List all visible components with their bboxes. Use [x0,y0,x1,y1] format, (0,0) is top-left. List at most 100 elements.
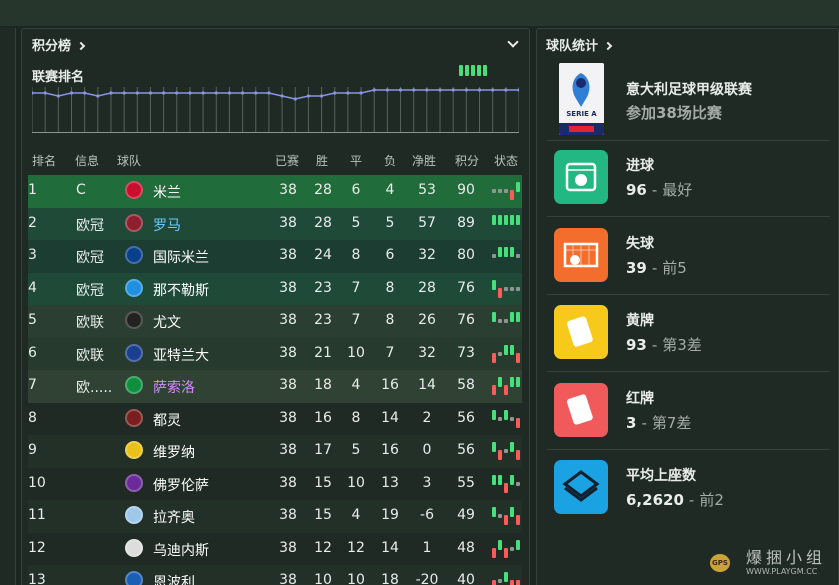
form-indicator [492,310,522,332]
table-row[interactable]: 2 欧冠 罗马 38 28 5 5 57 89 [28,207,522,240]
form-draw [498,514,502,518]
form-loss [516,515,520,525]
team-crest-icon [125,181,143,199]
table-row[interactable]: 8 都灵 38 16 8 14 2 56 [28,402,522,435]
row-gd: 2 [422,409,432,426]
header-team: 球队 [117,154,142,168]
form-indicator [492,375,522,397]
row-lost: 13 [381,474,399,491]
form-win [498,247,502,257]
row-pos: 12 [28,539,46,556]
stats-title-link[interactable]: 球队统计 [546,35,612,54]
standings-title: 积分榜 [32,39,72,54]
chevron-down-icon[interactable] [507,36,519,48]
form-win [516,214,520,225]
row-gd: 3 [422,474,432,491]
row-pts: 40 [457,572,475,585]
position-point [293,97,297,101]
row-pts: 89 [457,214,475,231]
row-pts: 58 [457,377,475,393]
form-legend-bar [471,65,475,76]
position-point [491,88,495,92]
position-point [148,91,153,95]
stat-card[interactable]: 红牌 3- 第7差 [547,382,830,439]
table-row[interactable]: 7 欧..... 萨索洛 38 18 4 16 14 58 [28,370,522,403]
form-loss [516,450,520,460]
stat-card[interactable]: 平均上座数 6,2620- 前2 [547,460,830,516]
league-info-card: SERIE A 意大利足球甲级联赛 参加38场比赛 [547,63,830,135]
row-team: 那不勒斯 [153,282,209,299]
divider [547,448,830,450]
position-point [32,91,34,95]
form-win [492,507,496,517]
table-row[interactable]: 9 维罗纳 38 17 5 16 0 56 [28,435,522,468]
row-info: 欧冠 [76,250,104,266]
form-win [498,539,502,550]
table-row[interactable]: 3 欧冠 国际米兰 38 24 8 6 32 80 [28,240,522,273]
row-drawn: 8 [351,247,361,263]
team-crest-icon [125,311,143,329]
row-lost: 7 [385,344,395,361]
row-team: 维罗纳 [153,445,195,461]
form-indicator [492,408,522,430]
form-loss [504,547,508,558]
stat-rank: 最好 [662,181,693,199]
form-win [492,214,496,225]
table-row[interactable]: 5 欧联 尤文 38 23 7 8 26 76 [28,305,522,338]
row-lost: 8 [385,279,395,296]
conceded-goal-icon [554,227,608,282]
form-legend-bar [465,65,469,76]
form-win [498,214,502,225]
row-gd: 57 [418,214,436,231]
header-pos: 排名 [32,154,57,168]
row-gd: 0 [422,442,432,458]
position-point [517,88,519,92]
stat-value: 96 [626,181,647,199]
row-won: 21 [314,344,332,361]
form-loss [504,385,508,395]
row-drawn: 7 [351,312,361,328]
row-won: 23 [314,279,332,296]
row-drawn: 10 [347,344,365,361]
row-gd: -6 [420,507,434,523]
team-crest-icon [125,376,143,394]
stat-card[interactable]: 失球 39- 前5 [547,227,830,284]
position-point [319,94,324,98]
stat-card[interactable]: 进球 96- 最好 [547,150,830,206]
form-loss [504,482,508,493]
stat-rank: 第3差 [662,336,702,354]
position-point [227,91,232,95]
team-crest-icon [125,473,143,492]
stat-card[interactable]: 黄牌 93- 第3差 [547,305,830,361]
row-lost: 4 [385,182,395,198]
position-point [451,88,455,92]
table-row[interactable]: 6 欧联 亚特兰大 38 21 10 7 32 73 [28,337,522,370]
row-pts: 48 [457,539,475,556]
table-row[interactable]: 12 乌迪内斯 38 12 12 14 1 48 [28,532,522,565]
table-row[interactable]: 13 恩波利 38 10 10 18 -20 40 [28,565,522,585]
table-row[interactable]: 1 C 米兰 38 28 6 4 53 90 [28,175,522,208]
row-lost: 8 [385,312,395,328]
table-header: 排名 信息 球队 已赛 胜 平 负 净胜 积分 状态 [32,151,522,169]
row-drawn: 10 [347,572,365,585]
table-row[interactable]: 11 拉齐奥 38 15 4 19 -6 49 [28,500,522,533]
stat-value-line: 3- 第7差 [626,412,691,433]
row-won: 24 [314,247,332,263]
form-win [510,474,514,485]
form-draw [492,254,496,258]
stat-label: 失球 [626,235,654,252]
table-row[interactable]: 4 欧冠 那不勒斯 38 23 7 8 28 76 [28,272,522,305]
table-row[interactable]: 10 佛罗伦萨 38 15 10 13 3 55 [28,467,522,500]
team-stats-panel: 球队统计 SERIE A 意大利足球甲级联赛 参加38场比赛 进球 96- 最好 失球… [536,28,839,585]
league-name: 意大利足球甲级联赛 [626,82,752,98]
form-loss [510,190,514,200]
header-played: 已赛 [275,154,300,168]
form-legend-bar [477,65,481,76]
row-team: 国际米兰 [153,250,209,266]
row-pos: 11 [28,507,46,523]
row-lost: 14 [381,539,399,556]
standings-title-link[interactable]: 积分榜 [32,35,85,54]
stat-value-line: 96- 最好 [626,179,692,200]
row-lost: 16 [381,377,399,393]
position-point [254,91,258,95]
